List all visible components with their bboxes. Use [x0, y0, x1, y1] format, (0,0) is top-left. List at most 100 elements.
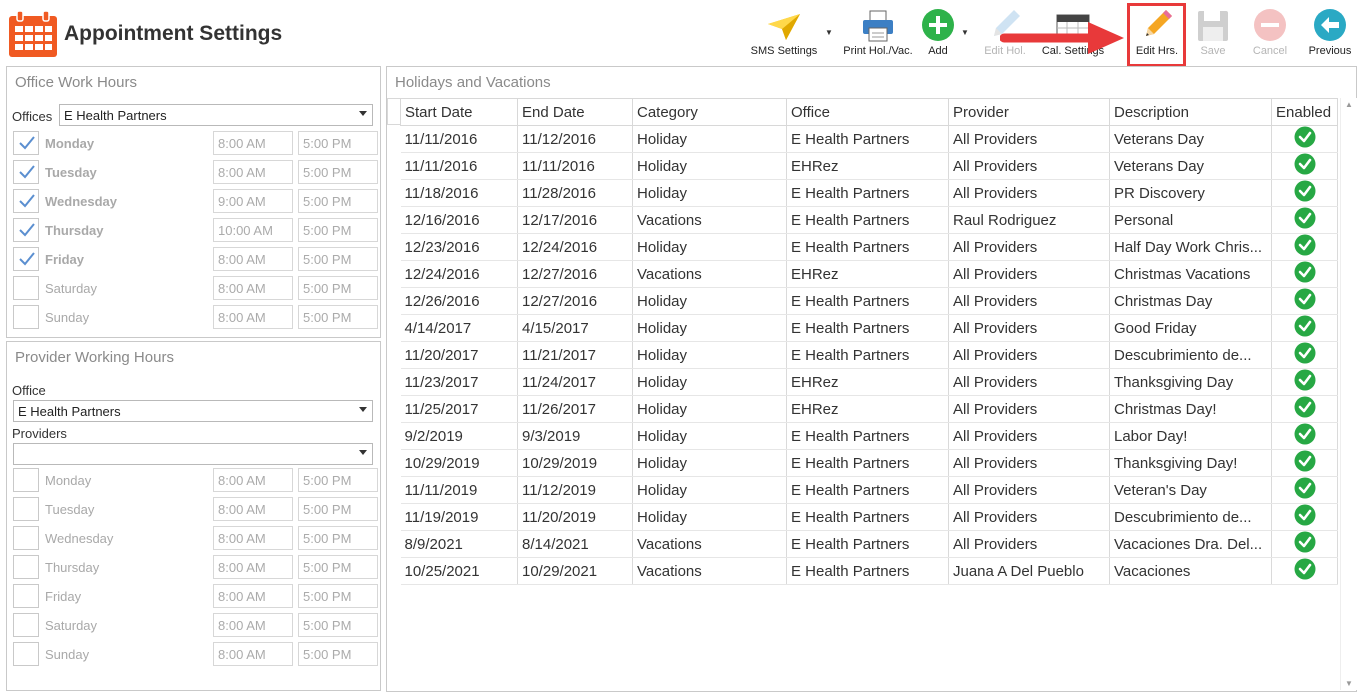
provider_working_hours-start-time[interactable]: 8:00 AM — [213, 613, 293, 637]
enabled-cell[interactable] — [1271, 422, 1338, 450]
scroll-up-icon[interactable]: ▲ — [1345, 100, 1353, 109]
office_work_hours-day-checkbox[interactable] — [13, 131, 39, 155]
provider_working_hours-start-time[interactable]: 8:00 AM — [213, 526, 293, 550]
providers-select[interactable] — [13, 443, 373, 465]
enabled-cell[interactable] — [1271, 125, 1338, 153]
save-button[interactable]: Save — [1193, 4, 1233, 62]
office_work_hours-start-time[interactable]: 9:00 AM — [213, 189, 293, 213]
provider_working_hours-end-time[interactable]: 5:00 PM — [298, 526, 378, 550]
table-row[interactable]: 11/11/2019 11/12/2019 Holiday E Health Part… — [400, 476, 1338, 504]
print-hol-vac-button[interactable]: Print Hol./Vac. — [839, 4, 917, 62]
table-row[interactable]: 8/9/2021 8/14/2021 Vacations E Health Partn… — [400, 530, 1338, 558]
table-row[interactable]: 10/25/2021 10/29/2021 Vacations E Health Pa… — [400, 557, 1338, 585]
provider_working_hours-end-time[interactable]: 5:00 PM — [298, 555, 378, 579]
office_work_hours-day-checkbox[interactable] — [13, 160, 39, 184]
column-header[interactable]: Provider — [948, 98, 1110, 126]
table-row[interactable]: 4/14/2017 4/15/2017 Holiday E Health Partne… — [400, 314, 1338, 342]
table-row[interactable]: 9/2/2019 9/3/2019 Holiday E Health Partners… — [400, 422, 1338, 450]
office_work_hours-end-time[interactable]: 5:00 PM — [298, 131, 378, 155]
column-header[interactable]: Description — [1109, 98, 1272, 126]
enabled-cell[interactable] — [1271, 152, 1338, 180]
enabled-cell[interactable] — [1271, 449, 1338, 477]
scroll-down-icon[interactable]: ▼ — [1345, 679, 1353, 688]
table-row[interactable]: 12/24/2016 12/27/2016 Vacations EHRez All Pr… — [400, 260, 1338, 288]
provider_working_hours-day-checkbox[interactable] — [13, 555, 39, 579]
provider_working_hours-day-checkbox[interactable] — [13, 497, 39, 521]
provider_working_hours-start-time[interactable]: 8:00 AM — [213, 468, 293, 492]
enabled-cell[interactable] — [1271, 530, 1338, 558]
table-row[interactable]: 11/18/2016 11/28/2016 Holiday E Health Part… — [400, 179, 1338, 207]
enabled-cell[interactable] — [1271, 179, 1338, 207]
provider_working_hours-start-time[interactable]: 8:00 AM — [213, 497, 293, 521]
office_work_hours-start-time[interactable]: 8:00 AM — [213, 276, 293, 300]
office_work_hours-day-checkbox[interactable] — [13, 247, 39, 271]
enabled-cell[interactable] — [1271, 557, 1338, 585]
provider_working_hours-start-time[interactable]: 8:00 AM — [213, 584, 293, 608]
sms-settings-button[interactable]: SMS Settings — [748, 4, 820, 62]
row-header-corner — [387, 98, 401, 125]
table-row[interactable]: 12/23/2016 12/24/2016 Holiday E Health Part… — [400, 233, 1338, 261]
enabled-cell[interactable] — [1271, 341, 1338, 369]
provider_working_hours-end-time[interactable]: 5:00 PM — [298, 468, 378, 492]
enabled-cell[interactable] — [1271, 368, 1338, 396]
office_work_hours-end-time[interactable]: 5:00 PM — [298, 160, 378, 184]
table-row[interactable]: 11/19/2019 11/20/2019 Holiday E Health Part… — [400, 503, 1338, 531]
provider_working_hours-day-checkbox[interactable] — [13, 642, 39, 666]
table-row[interactable]: 10/29/2019 10/29/2019 Holiday E Health Part… — [400, 449, 1338, 477]
column-header[interactable]: Office — [786, 98, 949, 126]
provider_working_hours-end-time[interactable]: 5:00 PM — [298, 642, 378, 666]
enabled-cell[interactable] — [1271, 287, 1338, 315]
enabled-cell[interactable] — [1271, 314, 1338, 342]
office_work_hours-day-checkbox[interactable] — [13, 218, 39, 242]
table-row[interactable]: 11/11/2016 11/11/2016 Holiday EHRez All Prov… — [400, 152, 1338, 180]
previous-button[interactable]: Previous — [1304, 4, 1356, 62]
office_work_hours-end-time[interactable]: 5:00 PM — [298, 189, 378, 213]
office_work_hours-start-time[interactable]: 10:00 AM — [213, 218, 293, 242]
provider_working_hours-day-checkbox[interactable] — [13, 468, 39, 492]
provider_working_hours-start-time[interactable]: 8:00 AM — [213, 642, 293, 666]
office_work_hours-day-checkbox[interactable] — [13, 276, 39, 300]
table-cell: E Health Partners — [786, 530, 949, 558]
enabled-cell[interactable] — [1271, 395, 1338, 423]
office_work_hours-start-time[interactable]: 8:00 AM — [213, 305, 293, 329]
enabled-cell[interactable] — [1271, 260, 1338, 288]
office_work_hours-end-time[interactable]: 5:00 PM — [298, 247, 378, 271]
column-header[interactable]: Start Date — [400, 98, 518, 126]
offices-select[interactable]: E Health Partners — [59, 104, 373, 126]
enabled-cell[interactable] — [1271, 503, 1338, 531]
table-row[interactable]: 12/16/2016 12/17/2016 Vacations E Health Pa… — [400, 206, 1338, 234]
office_work_hours-day-checkbox[interactable] — [13, 305, 39, 329]
column-header[interactable]: Enabled — [1271, 98, 1338, 126]
provider_working_hours-end-time[interactable]: 5:00 PM — [298, 584, 378, 608]
column-header[interactable]: End Date — [517, 98, 633, 126]
office_work_hours-end-time[interactable]: 5:00 PM — [298, 305, 378, 329]
enabled-cell[interactable] — [1271, 476, 1338, 504]
provider_working_hours-day-checkbox[interactable] — [13, 526, 39, 550]
table-row[interactable]: 11/25/2017 11/26/2017 Holiday EHRez All Prov… — [400, 395, 1338, 423]
column-header[interactable]: Category — [632, 98, 787, 126]
table-row[interactable]: 12/26/2016 12/27/2016 Holiday E Health Part… — [400, 287, 1338, 315]
office_work_hours-end-time[interactable]: 5:00 PM — [298, 276, 378, 300]
sms-settings-dropdown-icon[interactable]: ▼ — [825, 28, 833, 37]
cancel-button[interactable]: Cancel — [1248, 4, 1292, 62]
provider_working_hours-day-checkbox[interactable] — [13, 584, 39, 608]
add-button[interactable]: Add — [919, 4, 957, 62]
office_work_hours-start-time[interactable]: 8:00 AM — [213, 160, 293, 184]
table-row[interactable]: 11/23/2017 11/24/2017 Holiday EHRez All Prov… — [400, 368, 1338, 396]
add-dropdown-icon[interactable]: ▼ — [961, 28, 969, 37]
office_work_hours-end-time[interactable]: 5:00 PM — [298, 218, 378, 242]
table-row[interactable]: 11/11/2016 11/12/2016 Holiday E Health Part… — [400, 125, 1338, 153]
office_work_hours-start-time[interactable]: 8:00 AM — [213, 247, 293, 271]
provider_working_hours-start-time[interactable]: 8:00 AM — [213, 555, 293, 579]
table-row[interactable]: 11/20/2017 11/21/2017 Holiday E Health Part… — [400, 341, 1338, 369]
table-cell: Personal — [1109, 206, 1272, 234]
enabled-cell[interactable] — [1271, 206, 1338, 234]
enabled-cell[interactable] — [1271, 233, 1338, 261]
provider_working_hours-day-checkbox[interactable] — [13, 613, 39, 637]
office_work_hours-start-time[interactable]: 8:00 AM — [213, 131, 293, 155]
provider_working_hours-end-time[interactable]: 5:00 PM — [298, 497, 378, 521]
provider_working_hours-end-time[interactable]: 5:00 PM — [298, 613, 378, 637]
office_work_hours-day-checkbox[interactable] — [13, 189, 39, 213]
office-select[interactable]: E Health Partners — [13, 400, 373, 422]
vertical-scrollbar[interactable]: ▲ ▼ — [1340, 98, 1357, 690]
